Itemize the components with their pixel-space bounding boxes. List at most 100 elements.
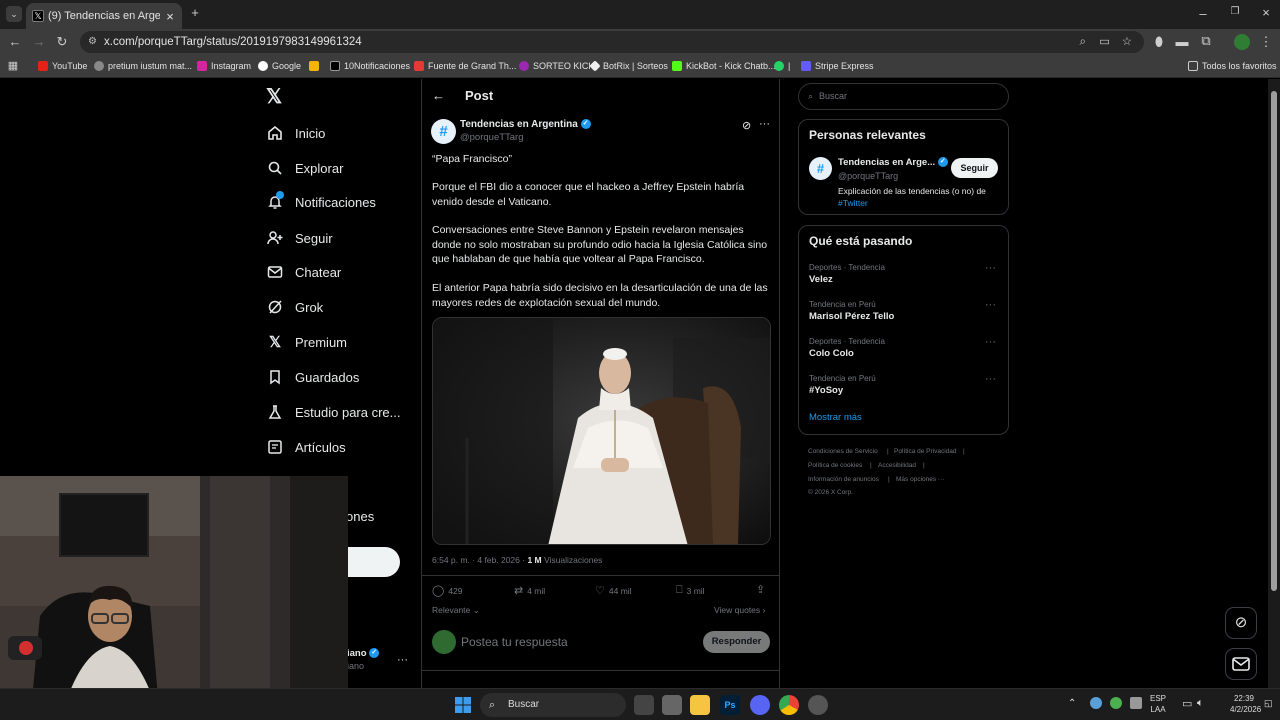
bookmark-kickbot[interactable]: KickBot - Kick Chatb... [672, 61, 776, 71]
account-menu-icon[interactable]: ··· [397, 654, 408, 666]
relevant-name[interactable]: Tendencias en Arge... ✓ [838, 157, 948, 168]
show-more-link[interactable]: Mostrar más [809, 412, 862, 423]
footer-more-options[interactable]: Más opciones ··· [896, 476, 944, 483]
trend-item[interactable]: Tendencia en Perú Marisol Pérez Tello [809, 300, 999, 322]
tab-search-icon[interactable]: ⌄ [6, 6, 22, 22]
view-quotes-link[interactable]: View quotes › [714, 605, 765, 615]
zoom-icon[interactable]: ⌕ [1080, 31, 1086, 53]
reload-icon[interactable]: ↻ [55, 34, 69, 50]
nav-partial-label[interactable]: ones [346, 509, 374, 524]
bookmark-grand-theft[interactable]: Fuente de Grand Th... [414, 61, 516, 71]
close-tab-icon[interactable]: × [164, 9, 176, 24]
volume-icon[interactable]: 🔈︎ [1197, 697, 1204, 710]
x-logo-icon[interactable]: 𝕏 [266, 87, 286, 107]
discord-icon[interactable] [750, 695, 770, 715]
bookmark-instagram[interactable]: Instagram [197, 61, 251, 71]
footer-cookies[interactable]: Política de cookies [808, 462, 862, 469]
star-bookmark-icon[interactable]: ☆ [1122, 31, 1132, 53]
grok-explain-icon[interactable]: ⊘ [742, 119, 751, 132]
like-action[interactable]: ♡ 44 mil [595, 584, 632, 597]
share-icon[interactable]: ⇪ [756, 583, 765, 596]
install-icon[interactable]: ▭ [1099, 31, 1110, 53]
task-view-icon[interactable] [634, 695, 654, 715]
nav-seguir[interactable]: Seguir [266, 225, 333, 251]
extension-icon[interactable]: ⬮ [1152, 34, 1166, 50]
all-bookmarks[interactable]: Todos los favoritos [1188, 61, 1277, 71]
profile-avatar[interactable] [1234, 34, 1250, 50]
file-explorer-icon[interactable] [690, 695, 710, 715]
reply-button[interactable]: Responder [703, 631, 770, 653]
follow-button[interactable]: Seguir [951, 158, 998, 178]
grok-float-button[interactable]: ⊘ [1225, 607, 1257, 639]
chrome-icon[interactable] [779, 695, 799, 715]
sort-relevance[interactable]: Relevante ⌄ [432, 605, 480, 616]
app-badge-icon[interactable] [808, 695, 828, 715]
relevant-avatar[interactable]: # [809, 157, 832, 180]
trend-item[interactable]: Tendencia en Perú #YoSoy [809, 374, 999, 396]
bookmark-botrix[interactable]: BotRix | Sorteos [589, 60, 668, 72]
bookmark-10notificaciones[interactable]: 10Notificaciones [330, 61, 410, 71]
search-input[interactable]: ⌕ Buscar [798, 83, 1009, 110]
author-avatar[interactable]: # [431, 119, 456, 144]
tray-icon[interactable] [1110, 697, 1122, 709]
user-avatar[interactable] [432, 630, 456, 654]
nav-premium[interactable]: 𝕏 Premium [266, 329, 347, 355]
bookmark-sorteo-kick[interactable]: SORTEO KICK [519, 61, 594, 71]
window-close-icon[interactable]: × [1259, 5, 1273, 20]
back-arrow-icon[interactable]: ← [432, 88, 445, 103]
extension-2-icon[interactable]: ▬ [1175, 34, 1189, 49]
nav-explorar[interactable]: Explorar [266, 155, 343, 181]
reply-input[interactable]: Postea tu respuesta [461, 635, 568, 649]
windows-start-icon[interactable] [453, 695, 473, 715]
tray-icon[interactable] [1130, 697, 1142, 709]
forward-icon[interactable]: → [32, 34, 46, 49]
extensions-puzzle-icon[interactable]: ⧉ [1199, 33, 1213, 49]
trend-more-icon[interactable]: ··· [985, 262, 996, 274]
footer-privacy[interactable]: Política de Privacidad [894, 448, 957, 455]
reply-action[interactable]: ◯ 429 [432, 584, 463, 597]
monitor-icon[interactable]: ▭ [1182, 697, 1192, 710]
nav-chatear[interactable]: Chatear [266, 259, 341, 285]
bookmark-colorful[interactable] [309, 61, 323, 71]
author-handle[interactable]: @porqueTTarg [460, 132, 524, 143]
new-tab-icon[interactable]: + [188, 5, 202, 20]
nav-articulos[interactable]: Artículos [266, 434, 346, 460]
back-icon[interactable]: ← [8, 34, 22, 49]
author-name[interactable]: Tendencias en Argentina ✓ [460, 119, 591, 130]
bookmark-youtube[interactable]: YouTube [38, 61, 87, 71]
language-indicator[interactable]: ESP LAA [1150, 693, 1166, 715]
chat-float-button[interactable] [1225, 648, 1257, 680]
hashtag-link[interactable]: #Twitter [838, 198, 868, 208]
bookmark-stripe[interactable]: Stripe Express [801, 61, 874, 71]
trend-more-icon[interactable]: ··· [985, 299, 996, 311]
nav-notificaciones[interactable]: Notificaciones [266, 189, 376, 215]
account-name[interactable]: iano ✓ [347, 648, 380, 659]
repost-action[interactable]: ⇄ 4 mil [514, 584, 545, 597]
trend-item[interactable]: Deportes · Tendencia Colo Colo [809, 337, 999, 359]
address-bar[interactable]: ⚙ x.com/porqueTTarg/status/2019197983149… [80, 31, 1144, 53]
notifications-icon[interactable]: ◱ [1264, 698, 1273, 709]
clock[interactable]: 22:39 4/2/2026 [1230, 693, 1261, 715]
photoshop-icon[interactable]: Ps [720, 695, 740, 715]
bookmark-whatsapp[interactable]: | [774, 61, 790, 71]
footer-accessibility[interactable]: Accesibilidad [878, 462, 916, 469]
menu-kebab-icon[interactable]: ⋮ [1259, 34, 1273, 50]
nav-grok[interactable]: Grok [266, 294, 323, 320]
browser-tab[interactable]: 𝕏 (9) Tendencias en Argentina en × [26, 3, 182, 29]
taskbar-search[interactable]: ⌕ Buscar [480, 693, 626, 717]
more-options-icon[interactable]: ··· [759, 118, 770, 130]
restore-icon[interactable]: ❐ [1228, 6, 1242, 17]
app-icon[interactable] [662, 695, 682, 715]
footer-ads-info[interactable]: Información de anuncios [808, 476, 879, 483]
trend-more-icon[interactable]: ··· [985, 373, 996, 385]
bookmark-action[interactable]: ⎕ 3 mil [676, 584, 705, 597]
footer-terms[interactable]: Condiciones de Servicio [808, 448, 878, 455]
site-info-icon[interactable]: ⚙ [88, 31, 97, 53]
page-scrollbar[interactable] [1268, 79, 1280, 688]
nav-guardados[interactable]: Guardados [266, 364, 359, 390]
tray-chevron-icon[interactable]: ⌃ [1068, 698, 1076, 709]
apps-grid-icon[interactable]: ▦ [6, 59, 20, 72]
trend-item[interactable]: Deportes · Tendencia Velez [809, 263, 999, 285]
nav-inicio[interactable]: Inicio [266, 120, 325, 146]
trend-more-icon[interactable]: ··· [985, 336, 996, 348]
